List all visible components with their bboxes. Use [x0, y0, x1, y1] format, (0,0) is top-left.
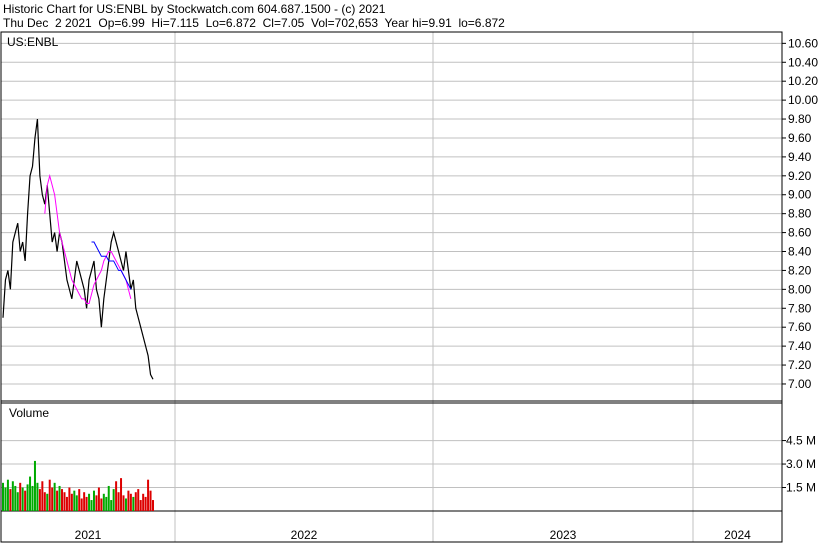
volume-bar	[68, 487, 71, 511]
volume-bar	[78, 489, 81, 511]
volume-bar	[11, 481, 14, 511]
price-tick-label: 8.40	[788, 245, 812, 259]
volume-bar	[53, 482, 56, 511]
volume-bar	[115, 481, 118, 511]
price-tick-label: 7.20	[788, 358, 812, 372]
volume-bar	[33, 460, 36, 511]
x-axis-year-label: 2024	[724, 528, 751, 542]
volume-bar	[58, 485, 61, 511]
price-tick-label: 10.40	[788, 55, 818, 69]
x-axis-year-label: 2022	[291, 528, 318, 542]
volume-bar	[102, 493, 105, 511]
volume-bar	[144, 496, 147, 511]
volume-panel-title: Volume	[9, 406, 49, 420]
volume-bar	[2, 482, 4, 511]
volume-bar	[95, 495, 98, 511]
price-tick-label: 8.80	[788, 207, 812, 221]
volume-bar	[14, 485, 17, 511]
volume-bar	[26, 484, 29, 511]
price-tick-label: 10.20	[788, 74, 818, 88]
price-tick-label: 9.40	[788, 150, 812, 164]
volume-tick-label: 4.5 M	[786, 434, 816, 448]
price-tick-label: 8.00	[788, 282, 812, 296]
price-tick-label: 10.60	[788, 36, 818, 50]
volume-bar	[73, 490, 76, 511]
volume-bar	[61, 489, 64, 511]
price-tick-label: 7.40	[788, 339, 812, 353]
volume-bar	[105, 496, 108, 511]
volume-bar	[117, 492, 120, 511]
volume-tick-label: 3.0 M	[786, 457, 816, 471]
volume-bar	[127, 490, 130, 511]
volume-bar	[4, 487, 7, 511]
price-tick-label: 8.20	[788, 263, 812, 277]
volume-bar	[19, 482, 22, 511]
volume-bar	[92, 490, 95, 511]
volume-bar	[134, 492, 137, 511]
volume-bar	[46, 493, 49, 511]
volume-bar	[38, 489, 41, 511]
volume-bar	[75, 495, 78, 511]
price-tick-label: 7.80	[788, 301, 812, 315]
volume-bar	[24, 490, 27, 511]
volume-bar	[48, 479, 51, 511]
price-tick-label: 10.00	[788, 93, 818, 107]
volume-bar	[142, 493, 145, 511]
volume-bar	[65, 496, 68, 511]
volume-bar	[85, 496, 88, 511]
volume-bar	[139, 500, 142, 511]
volume-bar	[6, 479, 9, 511]
price-tick-label: 9.00	[788, 188, 812, 202]
price-panel-title: US:ENBL	[7, 35, 59, 49]
volume-bar	[80, 498, 83, 511]
volume-bar	[56, 490, 59, 511]
volume-bar	[90, 500, 93, 511]
volume-bar	[124, 498, 127, 511]
volume-bar	[112, 489, 115, 511]
volume-bar	[122, 495, 125, 511]
volume-bar	[149, 490, 152, 511]
volume-bar	[100, 498, 103, 511]
volume-bar	[132, 496, 135, 511]
stock-chart: US:ENBL Volume 10.60 10.40 10.20 10.00 9.80 9…	[0, 31, 818, 543]
volume-bar	[70, 493, 73, 511]
volume-bar	[41, 481, 44, 511]
volume-bar	[147, 479, 150, 511]
volume-bar	[110, 500, 113, 511]
volume-bar	[152, 500, 154, 511]
x-axis-year-label: 2023	[550, 528, 577, 542]
price-tick-label: 7.60	[788, 320, 812, 334]
volume-bar	[83, 492, 86, 511]
volume-bar	[137, 489, 140, 511]
ma-long-line	[91, 241, 132, 290]
volume-bar	[107, 485, 110, 511]
price-tick-label: 9.80	[788, 112, 812, 126]
volume-bar	[29, 476, 32, 511]
volume-bar	[43, 492, 46, 511]
volume-bar	[16, 492, 19, 511]
volume-bar	[97, 487, 100, 511]
price-tick-label: 8.60	[788, 226, 812, 240]
price-tick-label: 7.00	[788, 377, 812, 391]
volume-bar	[88, 493, 91, 511]
volume-bar	[21, 487, 24, 511]
price-tick-label: 9.60	[788, 131, 812, 145]
price-tick-label: 9.20	[788, 169, 812, 183]
volume-bar	[36, 482, 39, 511]
volume-tick-label: 1.5 M	[786, 481, 816, 495]
volume-bar	[51, 487, 54, 511]
volume-bar	[63, 492, 66, 511]
volume-bar	[129, 493, 132, 511]
price-line	[2, 118, 154, 380]
volume-bar	[9, 489, 12, 511]
x-axis-frame	[0, 510, 783, 543]
x-axis-year-label: 2021	[75, 528, 102, 542]
volume-bar	[31, 485, 34, 511]
volume-bar	[120, 478, 123, 511]
